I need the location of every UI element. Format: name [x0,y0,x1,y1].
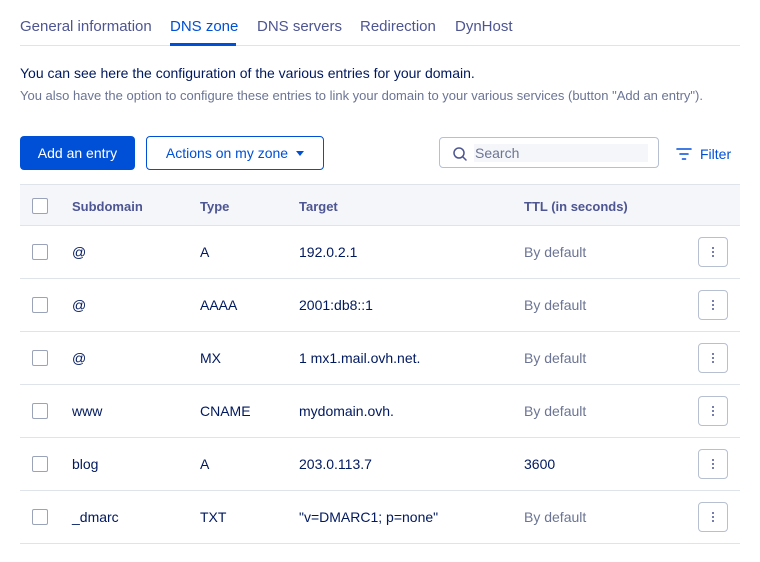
caret-down-icon [296,150,305,156]
tab-dns-servers[interactable]: DNS servers [257,18,342,35]
kebab-menu-icon [712,406,714,416]
row-checkbox[interactable] [32,456,48,472]
cell-type: AAAA [200,297,238,313]
cell-type: CNAME [200,403,251,419]
row-checkbox[interactable] [32,350,48,366]
cell-ttl: By default [524,403,587,419]
filter-icon [676,148,692,160]
tab-dns-zone[interactable]: DNS zone [170,18,238,35]
cell-subdomain: blog [72,456,99,472]
table-header: Subdomain Type Target TTL (in seconds) [20,184,740,226]
actions-on-zone-label: Actions on my zone [165,145,289,161]
intro-help-text: You also have the option to configure th… [20,88,703,103]
cell-type: MX [200,350,221,366]
kebab-menu-icon [712,300,714,310]
table-row: blog A 203.0.113.7 3600 [20,438,740,491]
cell-subdomain: @ [72,350,87,366]
dns-records-table: Subdomain Type Target TTL (in seconds) @… [20,184,740,544]
cell-subdomain: @ [72,244,87,260]
cell-target: 192.0.2.1 [299,244,358,260]
row-actions-button[interactable] [698,290,728,320]
row-actions-button[interactable] [698,449,728,479]
kebab-menu-icon [712,353,714,363]
cell-ttl: 3600 [524,456,556,472]
column-header-ttl[interactable]: TTL (in seconds) [524,199,628,214]
search-icon [453,147,467,161]
cell-subdomain: www [72,403,103,419]
cell-type: A [200,456,210,472]
row-checkbox[interactable] [32,244,48,260]
intro-text: You can see here the configuration of th… [20,65,475,81]
row-actions-button[interactable] [698,502,728,532]
search-box[interactable] [439,137,659,168]
table-row: www CNAME mydomain.ovh. By default [20,385,740,438]
select-all-checkbox[interactable] [32,198,48,214]
actions-on-zone-button[interactable]: Actions on my zone [146,136,324,170]
kebab-menu-icon [712,512,714,522]
cell-target: "v=DMARC1; p=none" [299,509,439,525]
search-input[interactable] [474,144,648,162]
cell-target: mydomain.ovh. [299,403,394,419]
kebab-menu-icon [712,459,714,469]
tab-bar: General information DNS zone DNS servers… [20,0,740,46]
row-actions-button[interactable] [698,237,728,267]
cell-ttl: By default [524,350,587,366]
row-checkbox[interactable] [32,403,48,419]
row-actions-button[interactable] [698,396,728,426]
cell-subdomain: _dmarc [72,509,119,525]
row-checkbox[interactable] [32,297,48,313]
cell-type: TXT [200,509,227,525]
table-row: @ MX 1 mx1.mail.ovh.net. By default [20,332,740,385]
column-header-subdomain[interactable]: Subdomain [72,199,143,214]
column-header-type[interactable]: Type [200,199,229,214]
column-header-target[interactable]: Target [299,199,338,214]
cell-target: 1 mx1.mail.ovh.net. [299,350,421,366]
row-checkbox[interactable] [32,509,48,525]
table-row: @ A 192.0.2.1 By default [20,226,740,279]
row-actions-button[interactable] [698,343,728,373]
cell-ttl: By default [524,297,587,313]
cell-target: 2001:db8::1 [299,297,373,313]
filter-label: Filter [700,146,732,162]
filter-button[interactable]: Filter [676,145,731,163]
cell-subdomain: @ [72,297,87,313]
active-tab-indicator [170,43,236,46]
cell-type: A [200,244,210,260]
table-row: @ AAAA 2001:db8::1 By default [20,279,740,332]
kebab-menu-icon [712,247,714,257]
cell-ttl: By default [524,244,587,260]
tab-redirection[interactable]: Redirection [360,18,436,35]
tab-dynhost[interactable]: DynHost [455,18,513,35]
add-entry-button[interactable]: Add an entry [20,136,135,170]
tab-general-information[interactable]: General information [20,18,152,35]
cell-ttl: By default [524,509,587,525]
cell-target: 203.0.113.7 [299,456,372,472]
table-row: _dmarc TXT "v=DMARC1; p=none" By default [20,491,740,544]
